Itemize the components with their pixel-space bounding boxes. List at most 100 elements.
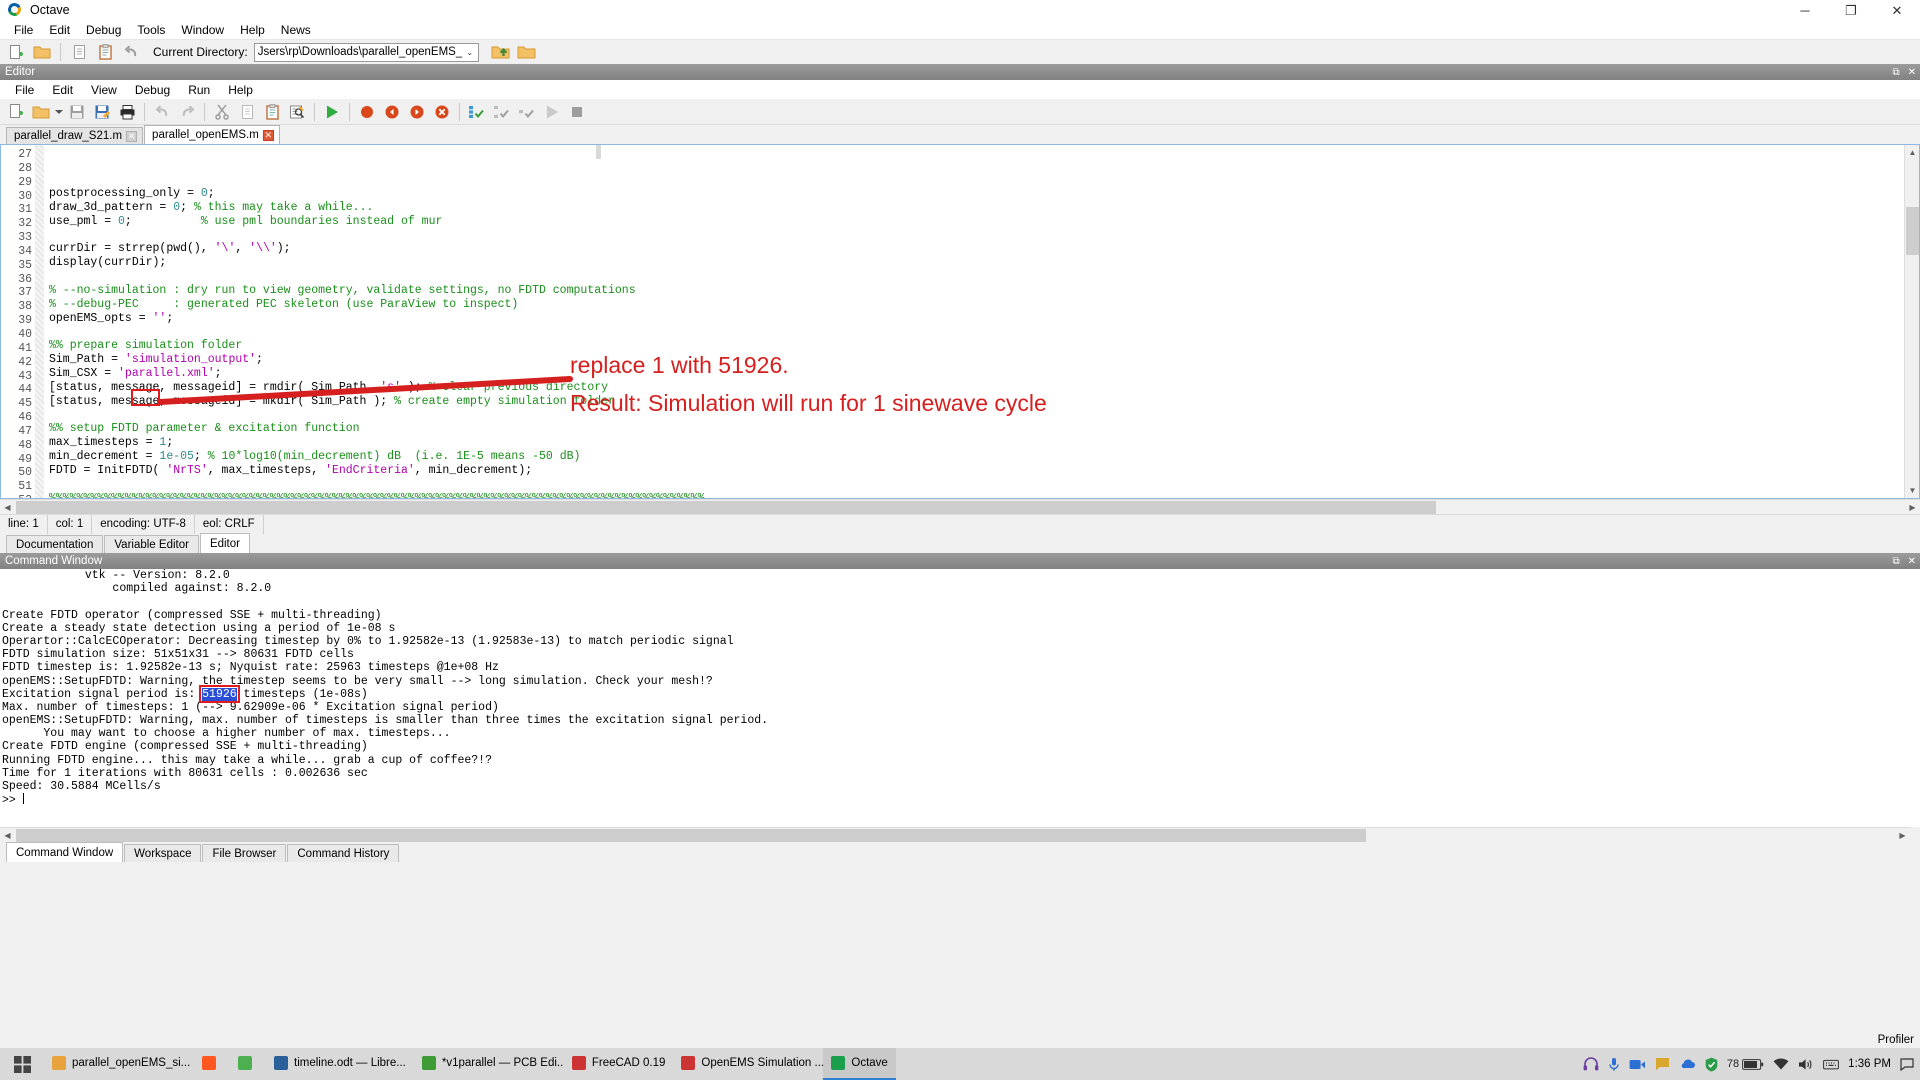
step-in-icon[interactable] — [465, 101, 489, 123]
open-file-icon[interactable] — [29, 101, 53, 123]
code-line[interactable]: % --no-simulation : dry run to view geom… — [44, 284, 1919, 298]
copy-icon[interactable] — [235, 101, 259, 123]
menu-news[interactable]: News — [273, 22, 319, 38]
code-line[interactable]: %% prepare simulation folder — [44, 339, 1919, 353]
windows-start-icon[interactable] — [0, 1048, 44, 1080]
taskbar-clock[interactable]: 1:36 PM — [1848, 1058, 1891, 1071]
code-line[interactable]: %%%%%%%%%%%%%%%%%%%%%%%%%%%%%%%%%%%%%%%%… — [44, 492, 1919, 498]
code-line[interactable] — [44, 229, 1919, 243]
breakpoint-margin[interactable] — [35, 145, 44, 498]
chat-icon[interactable] — [1655, 1057, 1670, 1071]
paste-icon[interactable] — [93, 41, 117, 63]
close-button[interactable]: ✕ — [1874, 0, 1920, 21]
step-out-icon[interactable] — [490, 101, 514, 123]
save-file-as-icon[interactable] — [90, 101, 114, 123]
previous-breakpoint-icon[interactable] — [380, 101, 404, 123]
volume-icon[interactable] — [1798, 1058, 1814, 1071]
code-line[interactable] — [44, 325, 1919, 339]
network-icon[interactable] — [1773, 1058, 1789, 1071]
editor-scroll-thumb[interactable] — [1906, 207, 1919, 255]
cw-scroll-left-icon[interactable]: ◀ — [0, 828, 15, 843]
editor-close-icon[interactable]: ✕ — [1908, 67, 1916, 78]
camera-icon[interactable] — [1629, 1058, 1646, 1071]
taskbar-app-5[interactable]: FreeCAD 0.19 — [564, 1048, 674, 1080]
command-window-undock-icon[interactable]: ⧉ — [1892, 556, 1899, 567]
taskbar-app-7[interactable]: Octave — [823, 1048, 895, 1080]
scroll-up-icon[interactable]: ▲ — [1905, 145, 1920, 160]
taskbar-app-2[interactable] — [230, 1048, 266, 1080]
code-line[interactable]: display(currDir); — [44, 256, 1919, 270]
new-script-icon[interactable] — [4, 41, 28, 63]
command-window-close-icon[interactable]: ✕ — [1908, 556, 1916, 567]
command-dock-tab-command-window[interactable]: Command Window — [6, 842, 123, 862]
command-output-line[interactable]: >> — [2, 793, 1920, 806]
one-dir-up-icon[interactable] — [489, 41, 513, 63]
next-breakpoint-icon[interactable] — [405, 101, 429, 123]
editor-menu-view[interactable]: View — [82, 82, 126, 98]
taskbar-app-4[interactable]: *v1parallel — PCB Edi... — [414, 1048, 564, 1080]
editor-menu-edit[interactable]: Edit — [43, 82, 82, 98]
menu-help[interactable]: Help — [232, 22, 273, 38]
code-line[interactable] — [44, 478, 1919, 492]
new-script-icon[interactable] — [4, 101, 28, 123]
battery-icon[interactable]: 78 — [1727, 1058, 1764, 1070]
scroll-down-icon[interactable]: ▼ — [1905, 483, 1920, 498]
code-line[interactable]: FDTD = InitFDTD( 'NrTS', max_timesteps, … — [44, 464, 1919, 478]
scroll-left-icon[interactable]: ◀ — [0, 500, 15, 515]
editor-code-area[interactable]: 2728293031323334353637383940414243444546… — [0, 144, 1920, 499]
code-line[interactable]: %% setup FDTD parameter & excitation fun… — [44, 422, 1919, 436]
code-line[interactable]: draw_3d_pattern = 0; % this may take a w… — [44, 201, 1919, 215]
editor-menu-help[interactable]: Help — [219, 82, 262, 98]
editor-dock-tab-editor[interactable]: Editor — [200, 533, 250, 553]
remove-all-breakpoints-icon[interactable] — [430, 101, 454, 123]
taskbar-app-3[interactable]: timeline.odt — Libre... — [266, 1048, 414, 1080]
maximize-button[interactable]: ❐ — [1828, 0, 1874, 21]
editor-horizontal-scrollbar[interactable]: ◀ ▶ — [0, 499, 1920, 514]
scroll-right-icon[interactable]: ▶ — [1905, 500, 1920, 515]
code-line[interactable]: min_decrement = 1e-05; % 10*log10(min_de… — [44, 450, 1919, 464]
chevron-down-icon[interactable]: ⌄ — [462, 48, 478, 57]
taskbar-app-1[interactable] — [194, 1048, 230, 1080]
editor-tab-0[interactable]: parallel_draw_S21.m✕ — [6, 127, 143, 144]
editor-dock-tab-variable-editor[interactable]: Variable Editor — [104, 535, 199, 553]
code-line[interactable]: Sim_Path = 'simulation_output'; — [44, 353, 1919, 367]
run-icon[interactable] — [320, 101, 344, 123]
save-file-icon[interactable] — [65, 101, 89, 123]
minimize-button[interactable]: ─ — [1782, 0, 1828, 21]
cw-scroll-right-icon[interactable]: ▶ — [1895, 828, 1910, 843]
undo-icon[interactable] — [150, 101, 174, 123]
profiler-label[interactable]: Profiler — [1878, 1034, 1914, 1046]
command-window-output[interactable]: vtk -- Version: 8.2.0 compiled against: … — [0, 569, 1920, 827]
code-line[interactable]: currDir = strrep(pwd(), '\', '\\'); — [44, 242, 1919, 256]
menu-tools[interactable]: Tools — [129, 22, 173, 38]
mic-icon[interactable] — [1608, 1057, 1620, 1072]
keyboard-icon[interactable] — [1823, 1058, 1839, 1071]
code-line[interactable]: postprocessing_only = 0; — [44, 187, 1919, 201]
redo-icon[interactable] — [175, 101, 199, 123]
headset-icon[interactable] — [1583, 1057, 1599, 1071]
code-line[interactable]: use_pml = 0; % use pml boundaries instea… — [44, 215, 1919, 229]
code-lines[interactable]: postprocessing_only = 0;draw_3d_pattern … — [44, 145, 1919, 498]
editor-menu-debug[interactable]: Debug — [126, 82, 179, 98]
editor-hscroll-thumb[interactable] — [16, 501, 1436, 514]
command-window-horizontal-scrollbar[interactable]: ◀ ▶ — [0, 827, 1910, 842]
stop-icon[interactable] — [565, 101, 589, 123]
find-replace-icon[interactable] — [285, 101, 309, 123]
toggle-breakpoint-icon[interactable] — [355, 101, 379, 123]
paste-icon[interactable] — [260, 101, 284, 123]
code-line[interactable]: % --debug-PEC : generated PEC skeleton (… — [44, 298, 1919, 312]
browse-dir-icon[interactable] — [515, 41, 539, 63]
current-directory-combobox[interactable]: Jsers\rp\Downloads\parallel_openEMS_simu… — [254, 43, 479, 62]
print-icon[interactable] — [115, 101, 139, 123]
command-dock-tab-workspace[interactable]: Workspace — [124, 844, 201, 862]
code-line[interactable] — [44, 270, 1919, 284]
menu-debug[interactable]: Debug — [78, 22, 129, 38]
editor-tab-close-icon[interactable]: ✕ — [126, 131, 137, 142]
code-line[interactable]: openEMS_opts = ''; — [44, 312, 1919, 326]
menu-file[interactable]: File — [6, 22, 41, 38]
command-dock-tab-command-history[interactable]: Command History — [287, 844, 399, 862]
step-over-icon[interactable] — [515, 101, 539, 123]
editor-vertical-scrollbar[interactable]: ▲ ▼ — [1904, 145, 1919, 498]
onedrive-icon[interactable] — [1679, 1058, 1696, 1070]
editor-tab-1[interactable]: parallel_openEMS.m✕ — [144, 125, 280, 144]
